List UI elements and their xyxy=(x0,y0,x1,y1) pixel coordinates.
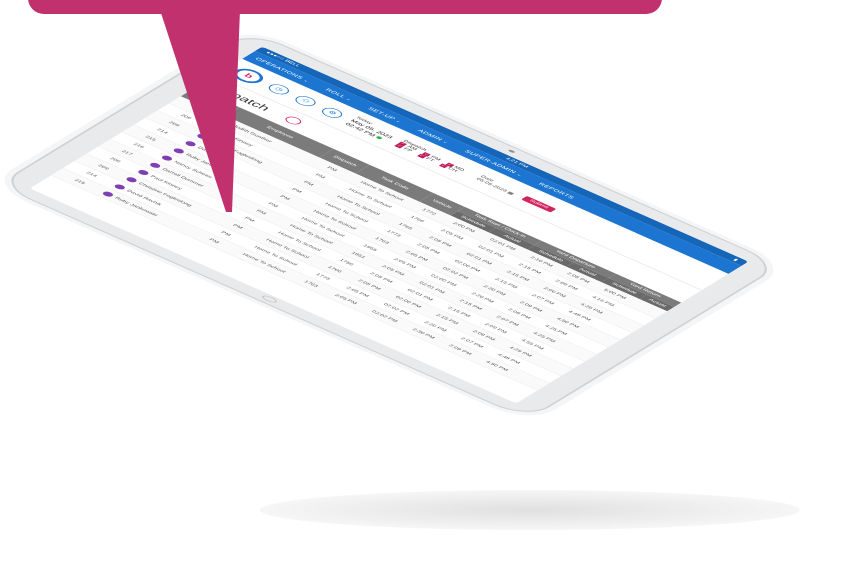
avatar xyxy=(101,190,116,198)
avatar xyxy=(219,118,234,126)
user-settings-icon[interactable]: ⚙ xyxy=(318,105,347,120)
ipad-device: ●●●○○ BELL 4:21 PM ▮ OPERATIONS⌄ ROLL⌄ S… xyxy=(0,30,783,420)
chevron-down-icon: ⌄ xyxy=(394,119,404,124)
device-shadow xyxy=(260,490,800,530)
avatar xyxy=(172,147,187,155)
avatar xyxy=(148,161,163,170)
avatar xyxy=(207,125,222,134)
avatar xyxy=(195,133,210,141)
battery-icon: ▮ xyxy=(732,258,739,262)
submit-button[interactable]: Submit xyxy=(521,195,557,213)
clock-icon[interactable]: ◷ xyxy=(265,82,294,97)
online-status-icon xyxy=(374,135,383,140)
chevron-down-icon: ⌄ xyxy=(441,140,450,145)
callout-banner xyxy=(28,0,662,14)
bus-icon[interactable] xyxy=(282,115,305,127)
ipad-screen: ●●●○○ BELL 4:21 PM ▮ OPERATIONS⌄ ROLL⌄ S… xyxy=(29,46,749,404)
users-icon[interactable]: ⚇ xyxy=(291,93,320,108)
avatar xyxy=(160,154,175,162)
avatar xyxy=(113,183,128,191)
chevron-down-icon: ⌄ xyxy=(302,78,311,83)
avatar xyxy=(125,176,139,184)
camera-dot xyxy=(507,149,516,154)
app-logo[interactable]: b xyxy=(228,65,269,86)
chevron-down-icon: ⌄ xyxy=(515,172,524,178)
avatar xyxy=(184,140,198,148)
calendar-icon[interactable]: ▦ xyxy=(506,191,515,196)
chevron-down-icon: ⌄ xyxy=(344,97,354,102)
avatar xyxy=(136,169,151,177)
marketing-stage: ●●●○○ BELL 4:21 PM ▮ OPERATIONS⌄ ROLL⌄ S… xyxy=(0,0,855,571)
